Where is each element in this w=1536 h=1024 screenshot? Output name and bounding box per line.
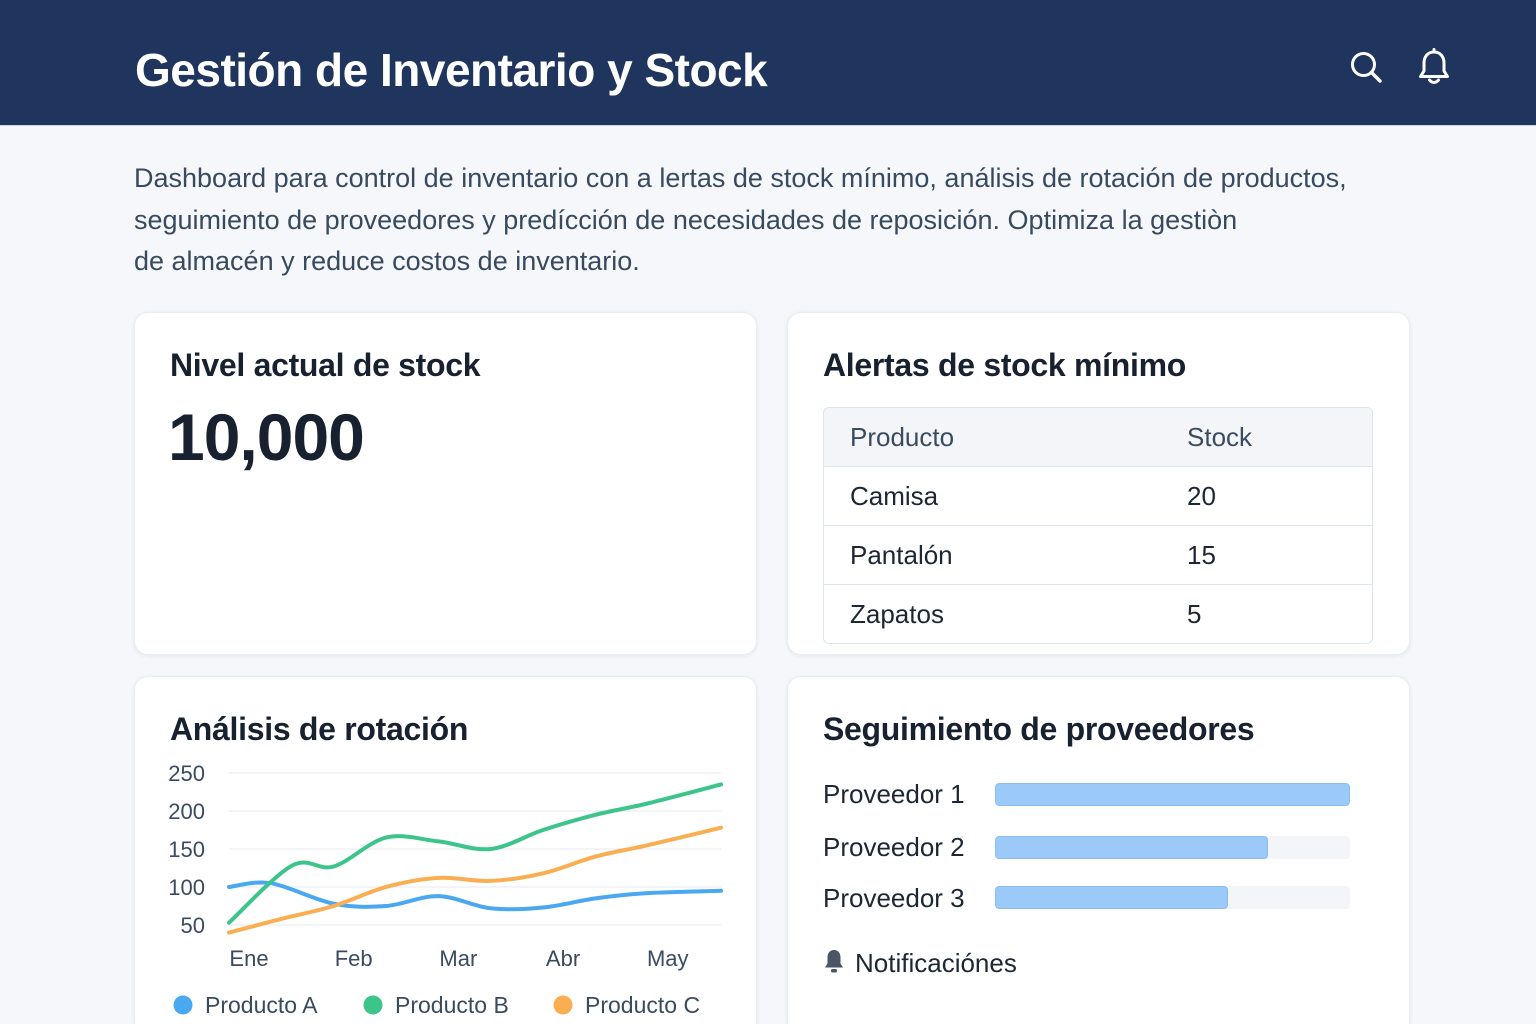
series-line-producto-c	[227, 825, 723, 935]
stock-level-card: Nivel actual de stock 10,000	[134, 312, 757, 655]
supplier-progress-fill	[995, 886, 1228, 909]
table-row[interactable]: Camisa 20	[824, 466, 1372, 525]
y-tick-label: 200	[168, 799, 205, 824]
stock-alerts-title: Alertas de stock mínimo	[823, 347, 1186, 383]
suppliers-card: Seguimiento de proveedores Proveedor 1 P…	[787, 676, 1410, 1024]
notifications-label: Notificaciónes	[855, 948, 1017, 978]
stock-level-value: 10,000	[168, 400, 365, 474]
supplier-label: Proveedor 3	[823, 883, 965, 913]
search-icon	[1349, 50, 1383, 89]
search-button[interactable]	[1346, 46, 1386, 92]
notifications-button[interactable]	[1414, 46, 1454, 92]
y-tick-label: 100	[168, 875, 205, 900]
product-cell: Pantalón	[850, 540, 953, 570]
supplier-progress-bar	[995, 783, 1350, 806]
x-tick-label: Abr	[546, 946, 580, 971]
stock-alerts-card: Alertas de stock mínimo Producto Stock C…	[787, 312, 1410, 655]
x-tick-label: May	[647, 946, 689, 971]
legend-marker-producto-a	[173, 995, 193, 1015]
y-tick-label: 250	[168, 761, 205, 786]
stock-cell: 20	[1187, 481, 1216, 511]
supplier-label: Proveedor 1	[823, 779, 965, 809]
bell-icon	[823, 948, 845, 979]
stock-alerts-table: Producto Stock Camisa 20 Pantalón 15 Zap…	[823, 407, 1373, 644]
x-tick-label: Ene	[229, 946, 268, 971]
product-cell: Zapatos	[850, 599, 944, 629]
y-tick-label: 150	[168, 837, 205, 862]
column-header-stock: Stock	[1187, 422, 1253, 452]
series-line-producto-b	[227, 782, 723, 925]
table-row[interactable]: Pantalón 15	[824, 525, 1372, 584]
supplier-progress-fill	[995, 836, 1269, 859]
x-tick-label: Mar	[439, 946, 477, 971]
stock-level-title: Nivel actual de stock	[170, 347, 481, 383]
column-header-producto: Producto	[850, 422, 955, 452]
supplier-label: Proveedor 2	[823, 832, 965, 862]
page-title: Gestión de Inventario y Stock	[135, 44, 768, 96]
table-row[interactable]: Zapatos 5	[824, 584, 1372, 643]
supplier-progress-bar	[995, 836, 1350, 859]
dashboard-description: Dashboard para control de inventario con…	[134, 163, 1347, 276]
legend-label-producto-c: Producto C	[585, 992, 700, 1018]
bell-icon	[1417, 47, 1451, 91]
product-cell: Camisa	[850, 481, 939, 511]
stock-cell: 5	[1187, 599, 1202, 629]
y-tick-label: 50	[181, 913, 205, 938]
x-tick-label: Feb	[335, 946, 373, 971]
legend-label-producto-a: Producto A	[205, 992, 318, 1018]
supplier-progress-fill	[995, 783, 1350, 806]
supplier-progress-bar	[995, 886, 1350, 909]
top-bar: Gestión de Inventario y Stock	[0, 0, 1536, 126]
table-header-row: Producto Stock	[824, 408, 1372, 466]
rotation-line-chart: 250 200 150 100 50 Ene Feb Mar Abr May Producto A P…	[168, 761, 723, 1018]
notifications-link[interactable]: Notificaciónes	[823, 947, 1017, 979]
stock-cell: 15	[1187, 540, 1216, 570]
legend-marker-producto-b	[363, 995, 383, 1015]
suppliers-title: Seguimiento de proveedores	[823, 711, 1255, 747]
rotation-analysis-card: Análisis de rotación 250 200 150 100 50 Ene Fe…	[134, 676, 757, 1024]
legend-label-producto-b: Producto B	[395, 992, 509, 1018]
series-line-producto-a	[227, 880, 723, 912]
legend-marker-producto-c	[553, 995, 573, 1015]
